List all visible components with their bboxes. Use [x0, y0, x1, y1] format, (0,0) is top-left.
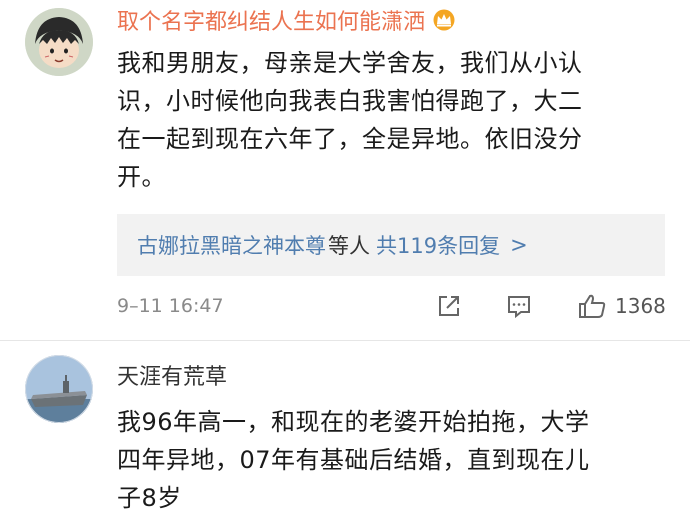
- timestamp: 9–11 16:47: [117, 295, 224, 317]
- like-button[interactable]: 1368: [577, 292, 666, 320]
- crown-icon: [431, 9, 457, 38]
- share-icon: [439, 296, 459, 316]
- comment-text-line: 在一起到现在六年了，全是异地。依旧没分: [117, 125, 583, 153]
- chevron-right-icon: >: [510, 233, 528, 257]
- avatar[interactable]: [25, 355, 93, 423]
- comment-text-line: 四年异地，07年有基础后结婚，直到现在儿: [117, 446, 590, 474]
- replies-preview[interactable]: 古娜拉黑暗之神本尊 等人 共119条回复 >: [117, 214, 665, 276]
- reply-count-link[interactable]: 共119条回复: [376, 230, 500, 260]
- username[interactable]: 取个名字都纠结人生如何能潇洒: [117, 9, 457, 38]
- comment-text-line: 我和男朋友，母亲是大学舍友，我们从小认: [117, 49, 583, 77]
- replies-connector: 等人: [328, 234, 370, 258]
- avatar[interactable]: [25, 8, 93, 76]
- thumbs-up-icon: [579, 294, 606, 318]
- username-text[interactable]: 取个名字都纠结人生如何能潇洒: [117, 10, 425, 35]
- reply-button[interactable]: [505, 292, 533, 320]
- username[interactable]: 天涯有荒草: [117, 365, 227, 391]
- comment-icon: [508, 296, 530, 319]
- comment-text-line: 开。: [117, 163, 166, 191]
- comment-text-line: 识，小时候他向我表白我害怕得跑了，大二: [117, 87, 583, 115]
- replier-name[interactable]: 古娜拉黑暗之神本尊: [137, 230, 326, 260]
- like-count: 1368: [615, 294, 666, 318]
- comment-text-line: 子8岁: [117, 484, 182, 512]
- comment-1: 取个名字都纠结人生如何能潇洒 我和男朋友，母亲是大学舍友，我们从小认 识，小时候…: [0, 0, 690, 340]
- comment-text: 我96年高一，和现在的老婆开始拍拖，大学 四年异地，07年有基础后结婚，直到现在…: [117, 403, 657, 517]
- comment-text-line: 我96年高一，和现在的老婆开始拍拖，大学: [117, 408, 590, 436]
- comment-text: 我和男朋友，母亲是大学舍友，我们从小认 识，小时候他向我表白我害怕得跑了，大二 …: [117, 44, 657, 196]
- share-button[interactable]: [435, 292, 463, 320]
